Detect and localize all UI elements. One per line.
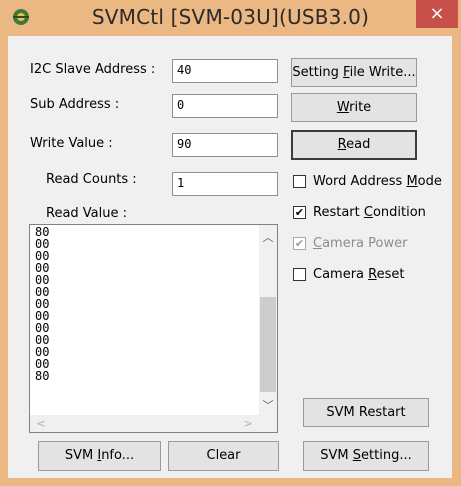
- word-address-mode-label-post: ode: [417, 174, 442, 189]
- restart-condition-checkbox[interactable]: ✔: [293, 206, 306, 219]
- camera-reset-checkbox[interactable]: [293, 268, 306, 281]
- scroll-left-icon[interactable]: <: [32, 417, 50, 430]
- svm-setting-button[interactable]: SVM Setting...: [303, 441, 429, 471]
- vertical-scrollbar[interactable]: ︿ ﹀: [259, 225, 277, 415]
- read-value-lines: 80 00 00 00 00 00 00 00 00 00 00 00 80: [35, 226, 49, 382]
- write-value-field[interactable]: 90: [172, 133, 278, 157]
- i2c-slave-address-field[interactable]: 40: [172, 59, 278, 83]
- word-address-mode-label-pre: Word Address: [313, 174, 407, 189]
- title-bar[interactable]: SVMCtl [SVM-03U](USB3.0) ×: [0, 0, 461, 36]
- read-value-label: Read Value :: [46, 206, 128, 221]
- svm-info-label-pre: SVM: [64, 448, 98, 463]
- sub-address-field[interactable]: 0: [172, 94, 278, 118]
- camera-reset-label[interactable]: Camera Reset: [313, 267, 404, 282]
- horizontal-scrollbar[interactable]: < >: [30, 415, 259, 432]
- read-value-listbox[interactable]: 80 00 00 00 00 00 00 00 00 00 00 00 80 ︿…: [29, 224, 278, 433]
- sub-address-label: Sub Address :: [30, 97, 120, 112]
- write-button[interactable]: Write: [291, 93, 417, 122]
- restart-condition-accel: C: [363, 205, 373, 220]
- scrollbar-corner: [259, 415, 277, 432]
- camera-reset-label-pre: Camera: [313, 267, 369, 282]
- setting-file-write-button[interactable]: Setting File Write...: [291, 58, 417, 87]
- write-accel: W: [336, 100, 350, 115]
- restart-condition-label-pre: Restart: [313, 205, 364, 220]
- camera-power-accel: C: [313, 236, 323, 251]
- camera-power-label-post: amera Power: [322, 236, 408, 251]
- scroll-down-icon[interactable]: ﹀: [259, 397, 277, 413]
- setting-file-write-label-pre: Setting: [292, 65, 344, 80]
- camera-reset-label-post: eset: [376, 267, 405, 282]
- app-window: SVMCtl [SVM-03U](USB3.0) × I2C Slave Add…: [0, 0, 461, 486]
- svm-info-label-post: nfo...: [101, 448, 135, 463]
- word-address-mode-accel: M: [406, 174, 418, 189]
- read-counts-label: Read Counts :: [46, 172, 137, 187]
- write-value-label: Write Value :: [30, 136, 113, 151]
- svm-setting-label-post: etting...: [361, 448, 412, 463]
- list-item[interactable]: 80: [35, 370, 49, 382]
- restart-condition-label-post: ondition: [372, 205, 426, 220]
- read-label-post: ead: [346, 137, 371, 152]
- word-address-mode-checkbox[interactable]: [293, 175, 306, 188]
- svm-info-button[interactable]: SVM Info...: [38, 441, 161, 471]
- svm-setting-label-pre: SVM: [320, 448, 353, 463]
- camera-power-label: Camera Power: [313, 236, 407, 251]
- window-title: SVMCtl [SVM-03U](USB3.0): [91, 5, 370, 29]
- scroll-right-icon[interactable]: >: [239, 417, 257, 430]
- read-counts-field[interactable]: 1: [172, 172, 278, 196]
- vertical-scroll-thumb[interactable]: [260, 297, 276, 392]
- restart-condition-label[interactable]: Restart Condition: [313, 205, 426, 220]
- setting-file-write-label-post: ile Write...: [349, 65, 416, 80]
- i2c-slave-address-label: I2C Slave Address :: [30, 62, 156, 77]
- read-accel: R: [337, 137, 347, 152]
- camera-power-checkbox: ✔: [293, 237, 306, 250]
- svm-restart-button[interactable]: SVM Restart: [303, 398, 429, 427]
- close-button[interactable]: ×: [416, 0, 458, 28]
- camera-reset-accel: R: [368, 267, 377, 282]
- word-address-mode-label[interactable]: Word Address Mode: [313, 174, 442, 189]
- clear-button[interactable]: Clear: [168, 441, 279, 471]
- read-button[interactable]: Read: [291, 130, 417, 160]
- write-label-post: rite: [349, 100, 372, 115]
- svm-setting-accel: S: [352, 448, 362, 463]
- scroll-up-icon[interactable]: ︿: [259, 229, 277, 245]
